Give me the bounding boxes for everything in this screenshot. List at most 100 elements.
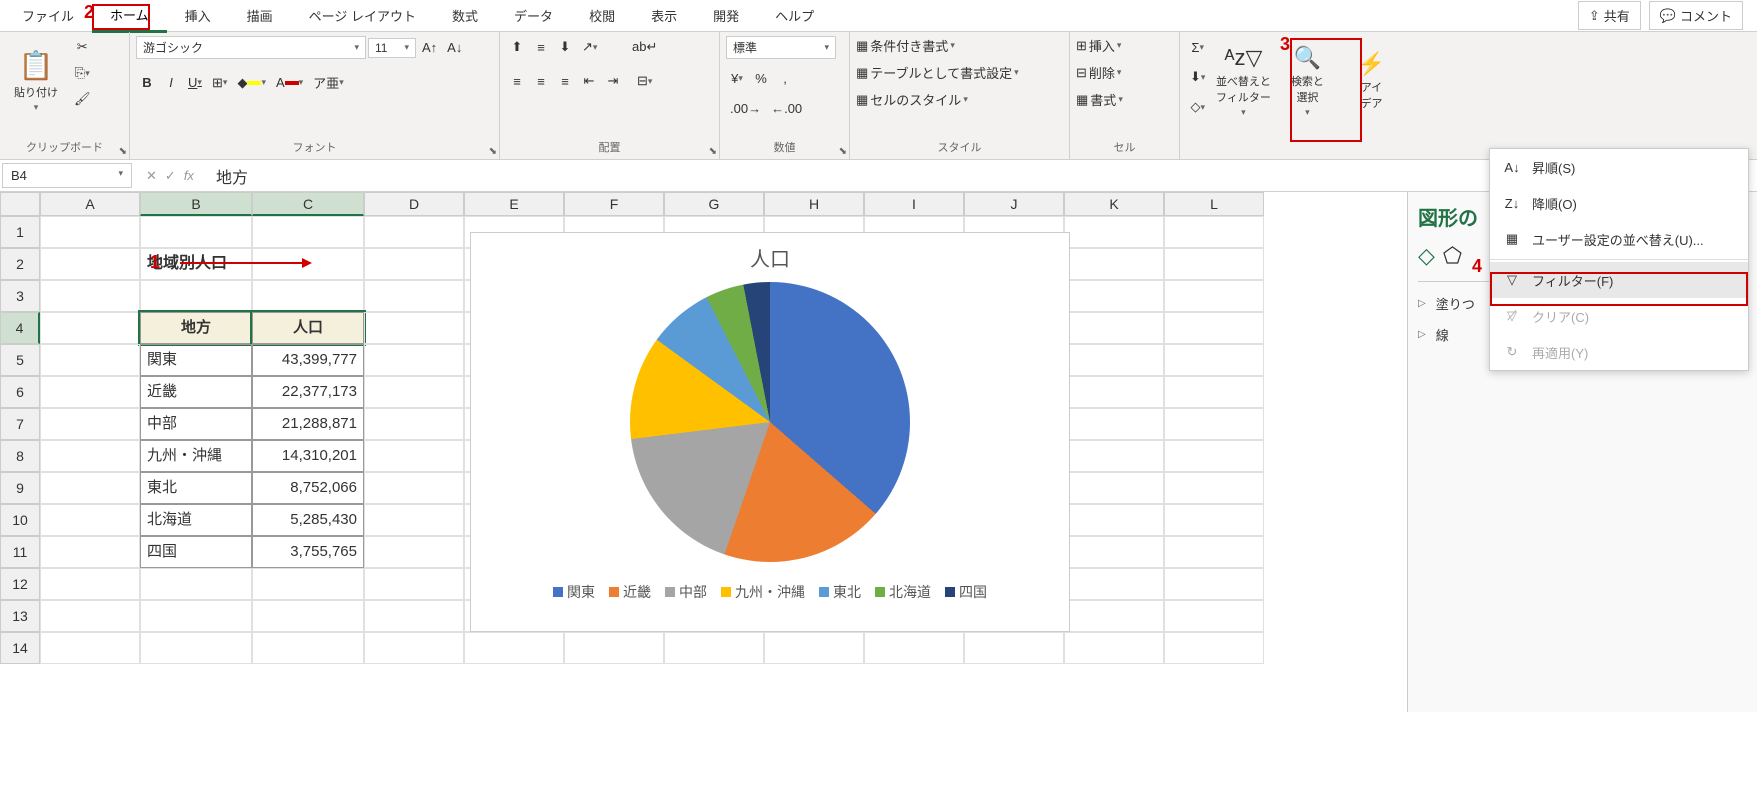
- cell-B8[interactable]: 九州・沖縄: [140, 440, 252, 472]
- tab-view[interactable]: 表示: [633, 0, 695, 31]
- col-header-E[interactable]: E: [464, 192, 564, 216]
- font-name-select[interactable]: 游ゴシック▾: [136, 36, 366, 59]
- cell-D6[interactable]: [364, 376, 464, 408]
- currency-button[interactable]: ¥▾: [726, 67, 748, 89]
- number-format-select[interactable]: 標準▾: [726, 36, 836, 59]
- cell-L11[interactable]: [1164, 536, 1264, 568]
- cell-K5[interactable]: [1064, 344, 1164, 376]
- effects-tab-icon[interactable]: ⬠: [1443, 243, 1462, 269]
- align-top-button[interactable]: ⬆: [506, 36, 528, 58]
- row-header-3[interactable]: 3: [0, 280, 40, 312]
- cell-A8[interactable]: [40, 440, 140, 472]
- indent-increase-button[interactable]: ⇥: [602, 70, 624, 92]
- cell-B6[interactable]: 近畿: [140, 376, 252, 408]
- cell-K10[interactable]: [1064, 504, 1164, 536]
- cell-D3[interactable]: [364, 280, 464, 312]
- cell-B14[interactable]: [140, 632, 252, 664]
- row-header-2[interactable]: 2: [0, 248, 40, 280]
- spreadsheet-grid[interactable]: A B C D E F G H I J K L 12地域別人口34地方人口5関東…: [0, 192, 1407, 712]
- cell-C12[interactable]: [252, 568, 364, 600]
- cell-K12[interactable]: [1064, 568, 1164, 600]
- cell-styles-button[interactable]: ▦セルのスタイル▾: [856, 90, 968, 109]
- align-center-button[interactable]: ≡: [530, 70, 552, 92]
- cell-K14[interactable]: [1064, 632, 1164, 664]
- row-header-12[interactable]: 12: [0, 568, 40, 600]
- tab-insert[interactable]: 挿入: [167, 0, 229, 31]
- dd-sort-desc[interactable]: Z↓降順(O): [1490, 185, 1748, 221]
- tab-home[interactable]: ホーム: [92, 0, 167, 33]
- cell-D7[interactable]: [364, 408, 464, 440]
- cell-B9[interactable]: 東北: [140, 472, 252, 504]
- cell-L3[interactable]: [1164, 280, 1264, 312]
- increase-decimal-button[interactable]: .00→: [726, 97, 765, 119]
- bold-button[interactable]: B: [136, 72, 158, 94]
- col-header-C[interactable]: C: [252, 192, 364, 216]
- cell-L7[interactable]: [1164, 408, 1264, 440]
- cell-K8[interactable]: [1064, 440, 1164, 472]
- cell-D13[interactable]: [364, 600, 464, 632]
- cell-E14[interactable]: [464, 632, 564, 664]
- row-header-1[interactable]: 1: [0, 216, 40, 248]
- name-box[interactable]: B4▾: [2, 163, 132, 188]
- row-header-9[interactable]: 9: [0, 472, 40, 504]
- indent-decrease-button[interactable]: ⇤: [578, 70, 600, 92]
- cell-A6[interactable]: [40, 376, 140, 408]
- cell-C9[interactable]: 8,752,066: [252, 472, 364, 504]
- cell-A7[interactable]: [40, 408, 140, 440]
- cell-B4[interactable]: 地方: [140, 312, 252, 344]
- cell-C5[interactable]: 43,399,777: [252, 344, 364, 376]
- dd-filter[interactable]: ▽フィルター(F): [1490, 262, 1748, 298]
- tab-file[interactable]: ファイル: [4, 0, 92, 31]
- cell-L13[interactable]: [1164, 600, 1264, 632]
- comma-button[interactable]: ,: [774, 67, 796, 89]
- cell-C13[interactable]: [252, 600, 364, 632]
- fill-tab-icon[interactable]: ◇: [1418, 243, 1435, 269]
- align-middle-button[interactable]: ≡: [530, 36, 552, 58]
- row-header-8[interactable]: 8: [0, 440, 40, 472]
- cell-B2[interactable]: 地域別人口: [140, 248, 252, 280]
- cell-D14[interactable]: [364, 632, 464, 664]
- col-header-J[interactable]: J: [964, 192, 1064, 216]
- orientation-button[interactable]: ↗▾: [578, 36, 601, 58]
- cell-L2[interactable]: [1164, 248, 1264, 280]
- cell-L6[interactable]: [1164, 376, 1264, 408]
- row-header-11[interactable]: 11: [0, 536, 40, 568]
- row-header-13[interactable]: 13: [0, 600, 40, 632]
- font-color-button[interactable]: A▾: [272, 72, 307, 94]
- cell-D9[interactable]: [364, 472, 464, 504]
- comment-button[interactable]: 💬コメント: [1649, 1, 1743, 30]
- cell-B11[interactable]: 四国: [140, 536, 252, 568]
- col-header-H[interactable]: H: [764, 192, 864, 216]
- tab-help[interactable]: ヘルプ: [757, 0, 832, 31]
- cell-C10[interactable]: 5,285,430: [252, 504, 364, 536]
- cell-K4[interactable]: [1064, 312, 1164, 344]
- font-size-select[interactable]: 11▾: [368, 38, 416, 58]
- paste-button[interactable]: 📋 貼り付け▾: [6, 36, 66, 126]
- row-header-14[interactable]: 14: [0, 632, 40, 664]
- cell-L12[interactable]: [1164, 568, 1264, 600]
- cell-K3[interactable]: [1064, 280, 1164, 312]
- font-launcher[interactable]: ⬊: [489, 146, 497, 157]
- cell-L1[interactable]: [1164, 216, 1264, 248]
- wrap-text-button[interactable]: ab↵: [628, 36, 661, 58]
- col-header-G[interactable]: G: [664, 192, 764, 216]
- cell-K9[interactable]: [1064, 472, 1164, 504]
- autosum-button[interactable]: Σ▾: [1186, 36, 1209, 58]
- select-all-corner[interactable]: [0, 192, 40, 216]
- delete-cells-button[interactable]: ⊟削除▾: [1076, 63, 1121, 82]
- cell-B7[interactable]: 中部: [140, 408, 252, 440]
- cell-C7[interactable]: 21,288,871: [252, 408, 364, 440]
- cell-B5[interactable]: 関東: [140, 344, 252, 376]
- col-header-D[interactable]: D: [364, 192, 464, 216]
- cell-L5[interactable]: [1164, 344, 1264, 376]
- cut-button[interactable]: ✂: [70, 36, 95, 58]
- cell-A14[interactable]: [40, 632, 140, 664]
- tab-formulas[interactable]: 数式: [434, 0, 496, 31]
- cell-B12[interactable]: [140, 568, 252, 600]
- enter-fx-button[interactable]: ✓: [165, 168, 176, 184]
- clipboard-launcher[interactable]: ⬊: [119, 146, 127, 157]
- align-left-button[interactable]: ≡: [506, 70, 528, 92]
- share-button[interactable]: ⇪共有: [1578, 1, 1641, 30]
- cell-K6[interactable]: [1064, 376, 1164, 408]
- ideas-button[interactable]: ⚡ アイ デア: [1341, 36, 1401, 126]
